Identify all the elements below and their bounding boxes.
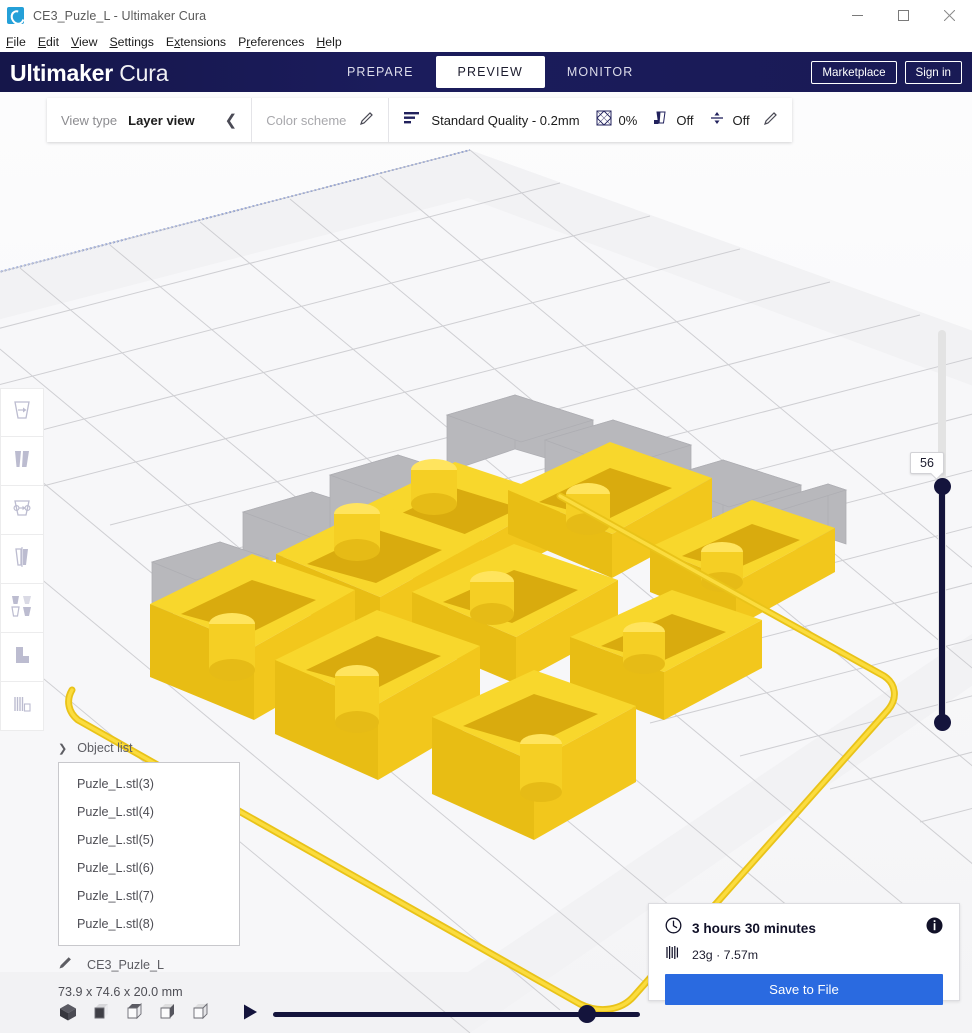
info-icon[interactable] bbox=[926, 917, 943, 939]
view-type-selector[interactable]: View type Layer view ❮ bbox=[47, 98, 251, 142]
pencil-icon[interactable] bbox=[360, 111, 374, 130]
scale-icon bbox=[10, 447, 34, 476]
infill-value: 0% bbox=[618, 112, 638, 128]
chevron-down-icon[interactable]: ❯ bbox=[58, 742, 67, 755]
list-item[interactable]: Puzle_L.stl(8) bbox=[59, 910, 239, 938]
print-time-value: 3 hours 30 minutes bbox=[692, 920, 816, 936]
print-time-row: 3 hours 30 minutes bbox=[665, 917, 943, 939]
view-cube-iso[interactable] bbox=[58, 1002, 78, 1027]
layer-slider-value: 56 bbox=[910, 452, 944, 474]
cura-logo-icon bbox=[7, 7, 24, 24]
brand-bold: Ultimaker bbox=[10, 60, 114, 86]
menu-item-settings[interactable]: Settings bbox=[103, 32, 159, 52]
menu-item-help[interactable]: Help bbox=[310, 32, 347, 52]
support-icon bbox=[653, 110, 669, 131]
simulation-slider-handle[interactable] bbox=[577, 1005, 596, 1023]
tab-preview[interactable]: PREVIEW bbox=[435, 56, 545, 88]
rotate-tool[interactable] bbox=[0, 486, 44, 535]
per-model-settings-tool[interactable] bbox=[0, 584, 44, 633]
view-cube-front[interactable] bbox=[91, 1002, 111, 1027]
chevron-left-icon[interactable]: ❮ bbox=[225, 113, 238, 128]
list-item[interactable]: Puzle_L.stl(7) bbox=[59, 882, 239, 910]
menu-item-view[interactable]: View bbox=[65, 32, 103, 52]
tool-column bbox=[0, 388, 44, 731]
layer-height-icon bbox=[403, 110, 420, 130]
adhesion-icon bbox=[709, 110, 725, 131]
mirror-icon bbox=[10, 545, 34, 574]
quality-profile-value: Standard Quality - 0.2mm bbox=[431, 112, 580, 128]
list-item[interactable]: Puzle_L.stl(3) bbox=[59, 770, 239, 798]
support-blocker-tool[interactable] bbox=[0, 633, 44, 682]
header-buttons: Marketplace Sign in bbox=[811, 61, 962, 84]
layer-slider-upper-handle[interactable] bbox=[934, 478, 951, 495]
object-list-title: Object list bbox=[77, 741, 133, 755]
menu-item-extensions[interactable]: Extensions bbox=[160, 32, 232, 52]
per-model-settings-icon bbox=[9, 594, 35, 623]
menu-bar: File Edit View Settings Extensions Prefe… bbox=[0, 32, 972, 52]
print-settings-summary[interactable]: Standard Quality - 0.2mm 0% Off Off bbox=[389, 98, 791, 142]
material-value: 23g · 7.57m bbox=[692, 948, 759, 962]
clock-icon bbox=[665, 917, 682, 939]
window-title: CE3_Puzle_L - Ultimaker Cura bbox=[33, 8, 207, 23]
menu-item-edit[interactable]: Edit bbox=[32, 32, 65, 52]
view-cube-left[interactable] bbox=[157, 1002, 177, 1027]
adhesion-value: Off bbox=[732, 112, 750, 128]
move-tool[interactable] bbox=[0, 388, 44, 437]
adhesion-stat[interactable]: Off bbox=[709, 110, 750, 131]
window-controls bbox=[834, 0, 972, 32]
layer-slider[interactable]: 56 bbox=[910, 330, 955, 731]
title-bar: CE3_Puzle_L - Ultimaker Cura bbox=[0, 0, 972, 32]
mesh-tool[interactable] bbox=[0, 682, 44, 731]
pencil-icon[interactable] bbox=[58, 955, 73, 975]
brand-light: Cura bbox=[119, 60, 169, 86]
view-type-label: View type bbox=[61, 112, 118, 128]
list-item[interactable]: Puzle_L.stl(5) bbox=[59, 826, 239, 854]
list-item[interactable]: Puzle_L.stl(6) bbox=[59, 854, 239, 882]
object-list-panel: ❯ Object list Puzle_L.stl(3) Puzle_L.stl… bbox=[58, 738, 240, 999]
signin-button[interactable]: Sign in bbox=[904, 61, 962, 84]
scale-tool[interactable] bbox=[0, 437, 44, 486]
support-blocker-icon bbox=[10, 643, 34, 672]
view-type-value: Layer view bbox=[128, 112, 195, 128]
simulation-slider[interactable] bbox=[273, 1005, 640, 1023]
filament-icon bbox=[665, 945, 682, 965]
material-row: 23g · 7.57m bbox=[665, 945, 943, 965]
mesh-icon bbox=[10, 692, 34, 721]
mirror-tool[interactable] bbox=[0, 535, 44, 584]
minimize-button[interactable] bbox=[834, 0, 880, 32]
view-cube-right[interactable] bbox=[190, 1002, 210, 1027]
simulation-bar bbox=[0, 995, 972, 1033]
support-stat[interactable]: Off bbox=[653, 110, 693, 131]
view-settings-bar: View type Layer view ❮ Color scheme Stan… bbox=[47, 98, 792, 142]
rotate-icon bbox=[10, 496, 34, 525]
app-brand: Ultimaker Cura bbox=[10, 60, 168, 87]
infill-icon bbox=[595, 109, 612, 131]
move-icon bbox=[10, 398, 34, 427]
selected-model-name: CE3_Puzle_L bbox=[87, 958, 165, 972]
main-tabs: PREPARE PREVIEW MONITOR bbox=[325, 52, 655, 92]
infill-stat[interactable]: 0% bbox=[595, 109, 638, 131]
object-list-header[interactable]: ❯ Object list bbox=[58, 738, 240, 758]
marketplace-button[interactable]: Marketplace bbox=[811, 61, 897, 84]
cura-header: Ultimaker Cura PREPARE PREVIEW MONITOR M… bbox=[0, 52, 972, 92]
color-scheme-selector[interactable]: Color scheme bbox=[252, 98, 388, 142]
maximize-button[interactable] bbox=[880, 0, 926, 32]
play-icon[interactable] bbox=[241, 1003, 259, 1026]
object-list-box: Puzle_L.stl(3) Puzle_L.stl(4) Puzle_L.st… bbox=[58, 762, 240, 946]
selected-model-row[interactable]: CE3_Puzle_L bbox=[58, 955, 240, 975]
tab-prepare[interactable]: PREPARE bbox=[325, 56, 436, 88]
pencil-icon[interactable] bbox=[763, 111, 778, 130]
layer-slider-lower-handle[interactable] bbox=[934, 714, 951, 731]
menu-item-file[interactable]: File bbox=[0, 32, 32, 52]
menu-item-preferences[interactable]: Preferences bbox=[232, 32, 310, 52]
close-button[interactable] bbox=[926, 0, 972, 32]
list-item[interactable]: Puzle_L.stl(4) bbox=[59, 798, 239, 826]
print-info-card: 3 hours 30 minutes 23g · 7.57m Save to F… bbox=[648, 903, 960, 1005]
layer-slider-range bbox=[939, 485, 945, 725]
view-cube-top[interactable] bbox=[124, 1002, 144, 1027]
tab-monitor[interactable]: MONITOR bbox=[545, 56, 656, 88]
color-scheme-label: Color scheme bbox=[266, 112, 347, 128]
support-value: Off bbox=[676, 112, 694, 128]
cura-window: CE3_Puzle_L - Ultimaker Cura File Edit V… bbox=[0, 0, 972, 1033]
